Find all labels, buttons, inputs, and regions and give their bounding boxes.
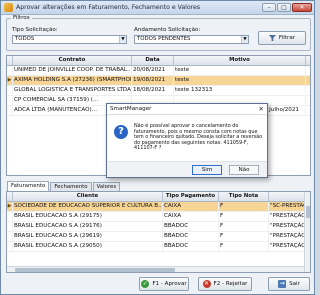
cell-cliente: BRASIL EDUCACAO S.A (29175) (13, 212, 163, 221)
cell-tipo-nota: F (219, 242, 269, 251)
rejeitar-button[interactable]: ✕ F2 - Rejeitar (198, 277, 252, 291)
scroll-thumb[interactable] (15, 268, 175, 272)
aprovar-button[interactable]: ✓ F1 - Aprovar (139, 277, 189, 291)
dialog-footer: Sim Não (107, 161, 267, 177)
app-icon (4, 3, 13, 12)
cell-extra: "SC-PRESTAÇÃO (269, 202, 306, 211)
faturamento-grid[interactable]: Cliente Tipo Pagamento Tipo Nota ▶ SOCIE… (6, 191, 311, 273)
cell-extra: "PRESTAÇÃO D (270, 232, 306, 241)
andamento-solicitacao-label: Andamento Solicitação: (134, 27, 201, 33)
table-row[interactable]: BRASIL EDUCACAO S.A (29175) CAIXA F "PRE… (7, 212, 310, 222)
window-controls: – □ ✕ (262, 3, 312, 12)
cell-tipo-nota: F (219, 202, 269, 211)
vertical-scrollbar[interactable] (304, 192, 310, 272)
tab-fechamento[interactable]: Fechamento (50, 182, 92, 191)
cell-cliente: BRASIL EDUCACAO S.A (29050) (13, 242, 163, 251)
cell-tipo-pagamento: BBADOC (163, 222, 219, 231)
cell-data: 19/08/2021 (132, 76, 174, 85)
cell-data: 20/08/2021 (132, 66, 174, 75)
column-header-tipo-nota[interactable]: Tipo Nota (219, 192, 269, 201)
tab-faturamento[interactable]: Faturamento (7, 181, 50, 191)
tipo-solicitacao-label: Tipo Solicitação: (12, 27, 58, 33)
filtrar-label: Filtrar (278, 35, 296, 41)
horizontal-scrollbar[interactable] (7, 266, 304, 272)
close-button[interactable]: ✕ (292, 3, 312, 12)
window-title: Aprovar alterações em Faturamento, Fecha… (16, 4, 201, 11)
cell-motivo: teste (174, 76, 306, 85)
cell-tipo-pagamento: CAIXA (163, 202, 219, 211)
aprovar-label: F1 - Aprovar (152, 281, 187, 287)
column-header-cliente[interactable]: Cliente (13, 192, 163, 201)
sair-button[interactable]: → Sair (268, 277, 310, 291)
filters-legend: Filtros (11, 15, 32, 21)
dialog-close-icon[interactable]: ✕ (259, 104, 264, 114)
column-header-data[interactable]: Data (132, 56, 174, 65)
rejeitar-label: F2 - Rejeitar (213, 281, 248, 287)
dialog-title: SmartManager (110, 106, 152, 112)
tipo-solicitacao-select[interactable]: TODOS ▼ (12, 35, 127, 44)
tab-strip: Faturamento Fechamento Valores (7, 181, 121, 191)
cell-motivo: teste 132313 (174, 86, 306, 95)
cell-cliente: BRASIL EDUCACAO S.A (29619) (13, 232, 163, 241)
column-header-motivo[interactable]: Motivo (174, 56, 306, 65)
table-row-selected[interactable]: ▶ AXIMA HOLDING S.A (27236) (SMARTPHON..… (7, 76, 310, 86)
cell-cliente: BRASIL EDUCACAO S.A (29176) (13, 222, 163, 231)
dialog-title-bar[interactable]: SmartManager ✕ (107, 104, 267, 115)
exit-icon: → (278, 280, 287, 288)
dialog-message: Não é possível aprovar o cancelamento do… (134, 123, 263, 152)
cell-data: 18/08/2021 (132, 86, 174, 95)
cell-cliente: SOCIEDADE DE EDUCACAO SUPERIOR E CULTURA… (14, 202, 163, 211)
tipo-solicitacao-value: TODOS (15, 36, 35, 42)
scroll-thumb[interactable] (306, 206, 310, 218)
table-row[interactable]: BRASIL EDUCACAO S.A (29050) BBADOC F "PR… (7, 242, 310, 252)
table-row[interactable]: GLOBAL LOGISTICA E TRANSPORTES LTDA 18/0… (7, 86, 310, 96)
tab-valores[interactable]: Valores (92, 182, 121, 191)
funnel-icon (268, 35, 276, 41)
cell-tipo-nota: F (219, 232, 269, 241)
title-bar[interactable]: Aprovar alterações em Faturamento, Fecha… (1, 1, 314, 15)
sair-label: Sair (289, 281, 300, 287)
table-row[interactable]: BRASIL EDUCACAO S.A (29176) BBADOC F "PR… (7, 222, 310, 232)
nao-button[interactable]: Não (229, 165, 259, 175)
cell-tipo-pagamento: BBADOC (163, 242, 219, 251)
cell-tipo-pagamento: CAIXA (163, 212, 219, 221)
chevron-down-icon[interactable]: ▼ (119, 36, 126, 43)
table-row[interactable]: UNIMED DE JOINVILLE COOP. DE TRABAL... 2… (7, 66, 310, 76)
chevron-down-icon[interactable]: ▼ (241, 36, 248, 43)
check-icon: ✓ (141, 280, 150, 288)
confirm-dialog: SmartManager ✕ ? Não é possível aprovar … (106, 103, 268, 178)
cell-motivo: teste (174, 66, 306, 75)
cell-extra: "PRESTAÇÃO D (270, 212, 306, 221)
table-row[interactable]: BRASIL EDUCACAO S.A (29619) BBADOC F "PR… (7, 232, 310, 242)
cell-tipo-nota: F (219, 222, 269, 231)
grid-header: Contrato Data Motivo (7, 56, 310, 66)
cell-tipo-nota: F (219, 212, 269, 221)
column-header-extra[interactable] (269, 192, 306, 201)
andamento-solicitacao-value: TODOS PENDENTES (137, 36, 191, 42)
column-header-tipo-pagamento[interactable]: Tipo Pagamento (163, 192, 219, 201)
cell-contrato: GLOBAL LOGISTICA E TRANSPORTES LTDA (14, 86, 132, 95)
column-header-contrato[interactable]: Contrato (13, 56, 132, 65)
filtrar-button[interactable]: Filtrar (258, 31, 306, 45)
minimize-button[interactable]: – (262, 3, 276, 12)
grid-header: Cliente Tipo Pagamento Tipo Nota (7, 192, 310, 202)
filters-group: Filtros Tipo Solicitação: TODOS ▼ Andame… (6, 15, 311, 51)
cell-contrato: AXIMA HOLDING S.A (27236) (SMARTPHON... (14, 76, 132, 85)
cell-tipo-pagamento: BBADOC (163, 232, 219, 241)
cell-contrato: UNIMED DE JOINVILLE COOP. DE TRABAL... (14, 66, 132, 75)
cell-extra: "PRESTAÇÃO D (270, 222, 306, 231)
maximize-button[interactable]: □ (277, 3, 291, 12)
sim-button[interactable]: Sim (192, 165, 222, 175)
question-icon: ? (114, 125, 128, 139)
cell-extra: "PRESTAÇÃO D (270, 242, 306, 251)
x-icon: ✕ (202, 280, 211, 288)
andamento-solicitacao-select[interactable]: TODOS PENDENTES ▼ (134, 35, 249, 44)
table-row-selected[interactable]: ▶ SOCIEDADE DE EDUCACAO SUPERIOR E CULTU… (7, 202, 310, 212)
